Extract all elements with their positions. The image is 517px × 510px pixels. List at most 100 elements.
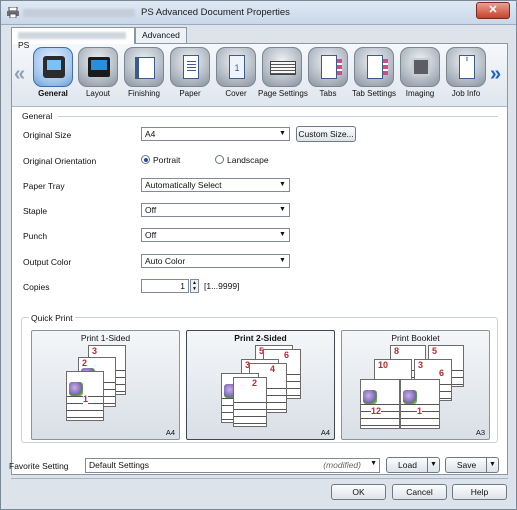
paper-tray-select[interactable]: Automatically Select ▼ [141, 178, 290, 192]
copies-label: Copies [23, 282, 50, 292]
sheet-number: 4 [270, 364, 276, 374]
job-info-icon: i [446, 47, 486, 87]
portrait-radio[interactable]: Portrait [141, 155, 180, 165]
toolbar-item-cover[interactable]: 1 Cover [212, 47, 260, 105]
staple-select[interactable]: Off ▼ [141, 203, 290, 217]
sheet-number: 12 [371, 406, 382, 416]
print-2-sided-button[interactable]: Print 2-Sided 5 6 3 4 1 2 A4 [186, 330, 335, 440]
page-sheet-icon: 2 [233, 377, 267, 427]
copies-range: [1...9999] [204, 281, 240, 291]
layout-icon [78, 47, 118, 87]
chevron-down-icon: ▼ [279, 231, 286, 238]
punch-select[interactable]: Off ▼ [141, 228, 290, 242]
tab-advanced-label: Advanced [142, 30, 180, 40]
load-dropdown-icon[interactable]: ▼ [427, 458, 439, 472]
toolbar-item-label: Tabs [319, 89, 337, 98]
sheet-number: 6 [284, 350, 290, 360]
print-2-sided-label: Print 2-Sided [234, 333, 287, 343]
chevron-down-icon: ▼ [279, 181, 286, 188]
page-sheet-icon: 1 [66, 371, 104, 421]
job-info-glyph: i [459, 55, 475, 79]
cancel-button[interactable]: Cancel [392, 484, 447, 500]
custom-size-button[interactable]: Custom Size... [296, 126, 356, 142]
save-split-button[interactable]: Save ▼ [445, 457, 499, 473]
section-divider [58, 116, 498, 117]
section-title: General [22, 111, 53, 121]
toolbar-item-label: Tab Settings [351, 89, 397, 98]
sheet-number: 5 [432, 346, 438, 356]
load-split-button[interactable]: Load ▼ [386, 457, 440, 473]
help-button[interactable]: Help [452, 484, 507, 500]
landscape-label: Landscape [227, 155, 269, 165]
cover-icon: 1 [216, 47, 256, 87]
print-booklet-label: Print Booklet [391, 333, 440, 343]
paper-size-label: A4 [320, 428, 330, 437]
toolbar-item-label: Cover [225, 89, 247, 98]
punch-value: Off [145, 230, 157, 240]
sheet-number: 1 [417, 406, 423, 416]
toolbar-item-label: Finishing [127, 89, 160, 98]
sheet-number: 10 [378, 360, 389, 370]
toolbar-item-tabs[interactable]: Tabs [304, 47, 352, 105]
toolbar-item-imaging[interactable]: Imaging [396, 47, 444, 105]
dialog-window: PS Advanced Document Properties ✕ PS Adv… [0, 0, 517, 510]
scroll-left-icon[interactable]: « [14, 63, 25, 86]
tab-settings-icon [354, 47, 394, 87]
sheet-number: 2 [82, 358, 88, 368]
toolbar-item-job-info[interactable]: i Job Info [442, 47, 490, 105]
copies-input[interactable]: 1 [141, 279, 189, 293]
imaging-icon [400, 47, 440, 87]
quick-print-title: Quick Print [29, 313, 75, 323]
sheet-number: 8 [394, 346, 400, 356]
tab-ps[interactable]: PS [11, 27, 135, 50]
original-size-label: Original Size [23, 130, 72, 140]
copies-stepper[interactable]: ▲ ▼ [190, 279, 199, 293]
chevron-down-icon: ▼ [370, 460, 377, 467]
chevron-down-icon: ▼ [279, 206, 286, 213]
chevron-down-icon: ▼ [279, 257, 286, 264]
tab-advanced[interactable]: Advanced [135, 27, 187, 43]
output-color-value: Auto Color [145, 256, 186, 266]
toolbar-item-label: General [38, 89, 68, 98]
toolbar-item-page-settings[interactable]: Page Settings [258, 47, 308, 105]
toolbar-item-layout[interactable]: Layout [74, 47, 122, 105]
settings-panel: « General Layout Finishing Paper 1 Cover [11, 43, 508, 475]
staple-label: Staple [23, 206, 48, 216]
print-1-sided-button[interactable]: Print 1-Sided 3 2 1 A4 [31, 330, 180, 440]
blurred-printer-name [23, 9, 135, 17]
modified-indicator: (modified) [323, 460, 361, 470]
ok-button[interactable]: OK [331, 484, 386, 500]
sheet-number: 3 [418, 360, 424, 370]
scroll-right-icon[interactable]: » [490, 63, 501, 86]
sheet-number: 2 [252, 378, 258, 388]
printer-icon [7, 7, 19, 18]
favorite-setting-select[interactable]: Default Settings (modified) ▼ [85, 458, 380, 473]
paper-tray-label: Paper Tray [23, 181, 65, 191]
toolbar-item-paper[interactable]: Paper [166, 47, 214, 105]
window-title: PS Advanced Document Properties [141, 7, 290, 18]
original-size-value: A4 [145, 129, 156, 139]
print-1-sided-label: Print 1-Sided [80, 333, 131, 343]
blurred-tab-prefix [18, 32, 126, 40]
toolbar-item-finishing[interactable]: Finishing [120, 47, 168, 105]
title-bar: PS Advanced Document Properties ✕ [1, 1, 516, 25]
close-button[interactable]: ✕ [476, 2, 510, 19]
radio-selected-icon [141, 155, 150, 164]
tabs-icon [308, 47, 348, 87]
toolbar-item-general[interactable]: General [29, 47, 77, 105]
save-dropdown-icon[interactable]: ▼ [486, 458, 498, 472]
save-button[interactable]: Save [446, 458, 487, 472]
original-size-select[interactable]: A4 ▼ [141, 127, 290, 141]
output-color-select[interactable]: Auto Color ▼ [141, 254, 290, 268]
chevron-down-icon: ▼ [279, 130, 286, 137]
staple-value: Off [145, 205, 157, 215]
toolbar-item-label: Paper [179, 89, 201, 98]
portrait-label: Portrait [153, 155, 181, 165]
load-button[interactable]: Load [387, 458, 428, 472]
flower-image-icon [363, 390, 377, 404]
landscape-radio[interactable]: Landscape [215, 155, 269, 165]
general-icon [33, 47, 73, 87]
paper-tray-value: Automatically Select [145, 180, 222, 190]
toolbar-item-tab-settings[interactable]: Tab Settings [350, 47, 398, 105]
print-booklet-button[interactable]: Print Booklet 8 5 10 3 6 12 1 A3 [341, 330, 490, 440]
